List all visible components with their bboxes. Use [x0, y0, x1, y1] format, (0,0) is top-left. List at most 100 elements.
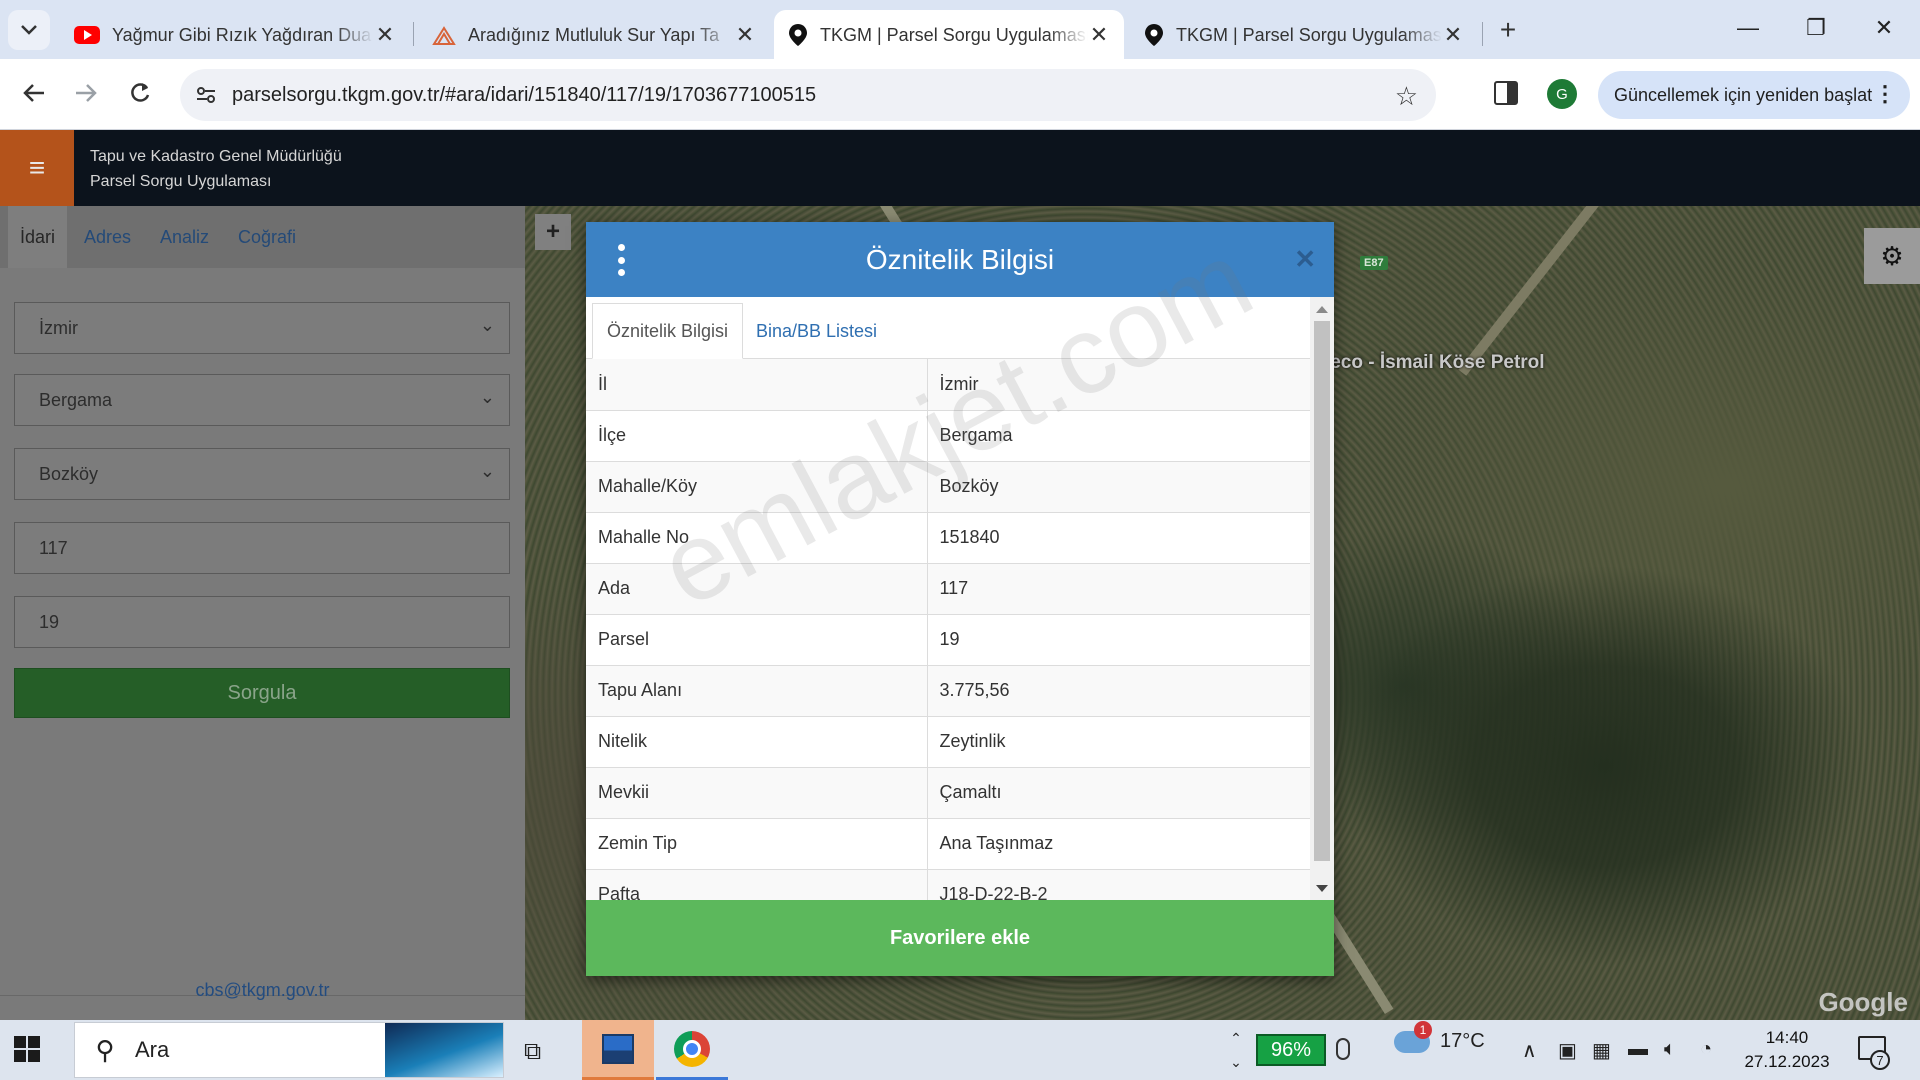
- close-window-button[interactable]: ✕: [1854, 6, 1914, 50]
- minimize-button[interactable]: —: [1718, 6, 1778, 50]
- chevron-down-icon: ⌄: [479, 461, 495, 481]
- table-row: Ada 117: [586, 563, 1310, 615]
- taskbar-chrome-app[interactable]: [656, 1020, 728, 1080]
- tab-separator: [413, 22, 414, 46]
- chrome-menu-icon[interactable]: ⋮: [1874, 81, 1896, 107]
- url-text: parselsorgu.tkgm.gov.tr/#ara/idari/15184…: [232, 83, 817, 106]
- restore-button[interactable]: ❐: [1786, 6, 1846, 50]
- il-select[interactable]: İzmir ⌄: [14, 302, 510, 354]
- forward-button[interactable]: [66, 73, 106, 113]
- browser-tab-youtube[interactable]: Yağmur Gibi Rızık Yağdıran Dua ✕: [60, 10, 410, 60]
- reload-button[interactable]: [120, 73, 160, 113]
- tab-bina-listesi[interactable]: Bina/BB Listesi: [742, 303, 891, 359]
- site-favicon-icon: [432, 26, 456, 45]
- side-panel-icon[interactable]: [1494, 81, 1518, 105]
- back-button[interactable]: [14, 73, 54, 113]
- scroll-down-arrow-icon[interactable]: [1316, 885, 1328, 892]
- tab-title: TKGM | Parsel Sorgu Uygulaması: [820, 24, 1088, 45]
- site-title: Tapu ve Kadastro Genel Müdürlüğü Parsel …: [90, 144, 342, 194]
- tab-close-icon[interactable]: ✕: [374, 22, 396, 48]
- cloud-icon: 1: [1394, 1020, 1432, 1053]
- tab-analiz[interactable]: Analiz: [160, 206, 209, 268]
- scroll-up-arrow-icon[interactable]: [1316, 306, 1328, 313]
- table-row: Mevkii Çamaltı: [586, 767, 1310, 819]
- battery-percent[interactable]: 96%: [1256, 1034, 1326, 1066]
- address-bar[interactable]: parselsorgu.tkgm.gov.tr/#ara/idari/15184…: [180, 69, 1436, 121]
- zoom-in-button[interactable]: +: [535, 214, 571, 250]
- attribute-info-modal: Öznitelik Bilgisi ✕ Öznitelik Bilgisi Bi…: [586, 222, 1334, 976]
- ada-input[interactable]: 117: [14, 522, 510, 574]
- site-settings-icon[interactable]: [180, 86, 232, 104]
- sorgula-button[interactable]: Sorgula: [14, 668, 510, 718]
- tab-cografi[interactable]: Coğrafi: [238, 206, 296, 268]
- display-icon[interactable]: ▦: [1592, 1038, 1611, 1063]
- attr-key: Ada: [586, 563, 928, 615]
- taskbar-search[interactable]: ⚲ Ara: [74, 1022, 504, 1078]
- tab-adres[interactable]: Adres: [84, 206, 131, 268]
- new-tab-button[interactable]: +: [1486, 12, 1530, 48]
- modal-tabs: Öznitelik Bilgisi Bina/BB Listesi: [586, 297, 1310, 359]
- search-highlight-image: [385, 1023, 503, 1077]
- tab-close-icon[interactable]: ✕: [734, 22, 756, 48]
- camera-icon[interactable]: ▣: [1558, 1038, 1577, 1063]
- windows-start-icon[interactable]: [14, 1036, 40, 1062]
- chevron-down-icon: ⌄: [479, 387, 495, 407]
- clock-date: 27.12.2023: [1744, 1052, 1830, 1071]
- tab-oznitelik[interactable]: Öznitelik Bilgisi: [592, 303, 744, 359]
- taskbar-clock[interactable]: 14:40 27.12.2023: [1732, 1026, 1842, 1074]
- tab-close-icon[interactable]: ✕: [1442, 22, 1464, 48]
- attr-key: Pafta: [586, 869, 928, 900]
- taskbar-photos-app[interactable]: [582, 1020, 654, 1080]
- battery-icon[interactable]: ▬: [1628, 1038, 1648, 1061]
- arrow-left-icon: [23, 84, 44, 102]
- ilce-select[interactable]: Bergama ⌄: [14, 374, 510, 426]
- volume-icon[interactable]: 🔈︎: [1664, 1038, 1676, 1061]
- tab-title: Aradığınız Mutluluk Sur Yapı Ta: [468, 24, 720, 45]
- table-row: İlçe Bergama: [586, 410, 1310, 462]
- mouse-icon: [1336, 1038, 1350, 1060]
- attr-value: Bozköy: [927, 461, 1310, 513]
- task-view-icon[interactable]: ⧉: [524, 1038, 541, 1066]
- parsel-input[interactable]: 19: [14, 596, 510, 648]
- tray-scroll-icon[interactable]: ⌃ ⌄: [1228, 1026, 1244, 1074]
- map-settings-button[interactable]: ⚙: [1864, 228, 1920, 284]
- browser-tab-tkgm[interactable]: TKGM | Parsel Sorgu Uygulaması ✕: [1130, 10, 1478, 60]
- hamburger-menu-icon[interactable]: ≡: [0, 130, 74, 206]
- tab-close-icon[interactable]: ✕: [1088, 22, 1110, 48]
- update-chrome-button[interactable]: Güncellemek için yeniden başlat ⋮: [1598, 71, 1910, 119]
- attr-key: Mahalle No: [586, 512, 928, 564]
- browser-toolbar: parselsorgu.tkgm.gov.tr/#ara/idari/15184…: [0, 59, 1920, 130]
- mahalle-value: Bozköy: [39, 463, 99, 484]
- gear-icon: ⚙: [1880, 240, 1904, 271]
- attr-key: Nitelik: [586, 716, 928, 768]
- wifi-icon[interactable]: ◔: [1700, 1038, 1712, 1061]
- table-row: Mahalle/Köy Bozköy: [586, 461, 1310, 513]
- modal-scrollbar[interactable]: [1310, 297, 1334, 900]
- profile-avatar[interactable]: G: [1547, 79, 1577, 109]
- map-pin-icon: [789, 24, 807, 46]
- site-title-app: Parsel Sorgu Uygulaması: [90, 173, 272, 190]
- contact-email-link[interactable]: cbs@tkgm.gov.tr: [0, 980, 525, 1001]
- browser-tab-sur-yapi[interactable]: Aradığınız Mutluluk Sur Yapı Ta ✕: [418, 10, 770, 60]
- table-row: Mahalle No 151840: [586, 512, 1310, 564]
- modal-close-icon[interactable]: ✕: [1294, 244, 1316, 275]
- modal-menu-icon[interactable]: [616, 244, 626, 276]
- bookmark-star-icon[interactable]: ☆: [1395, 81, 1418, 112]
- table-row: Tapu Alanı 3.775,56: [586, 665, 1310, 717]
- tab-search-dropdown[interactable]: [8, 10, 50, 50]
- browser-tab-strip: Yağmur Gibi Rızık Yağdıran Dua ✕ Aradığı…: [0, 0, 1920, 60]
- road-shield-label: E87: [1360, 256, 1388, 270]
- mahalle-select[interactable]: Bozköy ⌄: [14, 448, 510, 500]
- arrow-right-icon: [76, 84, 97, 102]
- site-title-org: Tapu ve Kadastro Genel Müdürlüğü: [90, 148, 342, 165]
- scroll-thumb[interactable]: [1314, 321, 1330, 861]
- map-road: [1458, 206, 1602, 376]
- tab-idari[interactable]: İdari: [8, 206, 68, 268]
- table-row: Nitelik Zeytinlik: [586, 716, 1310, 768]
- poi-label[interactable]: Teco - İsmail Köse Petrol: [1320, 352, 1545, 374]
- weather-widget[interactable]: 1 17°C: [1394, 1020, 1485, 1053]
- show-hidden-icons-icon[interactable]: ∧: [1522, 1038, 1537, 1063]
- attr-key: Mahalle/Köy: [586, 461, 928, 513]
- browser-tab-tkgm-active[interactable]: TKGM | Parsel Sorgu Uygulaması ✕: [774, 10, 1124, 60]
- add-to-favorites-button[interactable]: Favorilere ekle: [586, 900, 1334, 976]
